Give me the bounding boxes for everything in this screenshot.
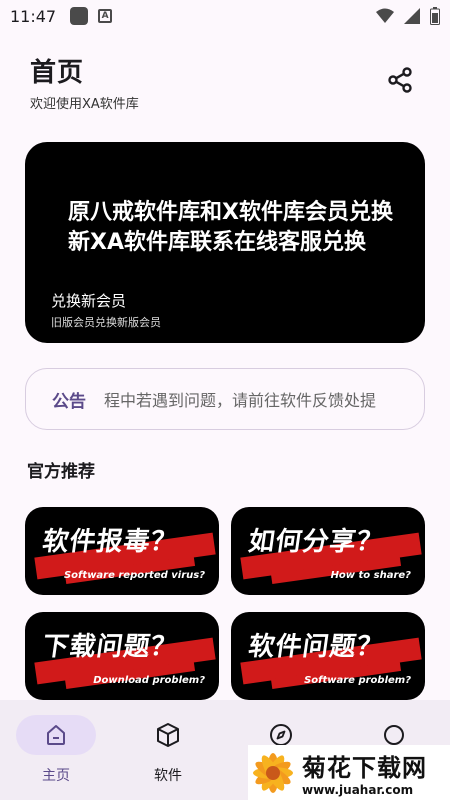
- chrysanthemum-logo-icon: [253, 752, 293, 793]
- signal-icon: [404, 8, 420, 24]
- banner-headline: 原八戒软件库和X软件库会员兑换新XA软件库联系在线客服兑换: [68, 200, 393, 255]
- nav-item-home[interactable]: 主页: [11, 700, 101, 800]
- nav-label-home: 主页: [42, 768, 70, 784]
- recommend-card-virus[interactable]: 软件报毒？ Software reported virus?: [25, 507, 219, 595]
- share-icon: [388, 67, 412, 93]
- announcement-bar[interactable]: 公告 程中若遇到问题，请前往软件反馈处提: [25, 368, 425, 430]
- status-bar: 11:47 A: [0, 0, 450, 32]
- nav-label-software: 软件: [154, 768, 182, 784]
- banner-subtitle: 兑换新会员: [51, 292, 127, 310]
- section-title: 官方推荐: [27, 462, 95, 482]
- circle-icon: [384, 725, 404, 745]
- card-subtitle: Software problem?: [304, 675, 411, 686]
- home-icon: [47, 725, 65, 745]
- announcement-text: 程中若遇到问题，请前往软件反馈处提: [104, 391, 377, 410]
- battery-icon: [430, 7, 440, 25]
- card-title: 软件报毒？: [40, 527, 180, 557]
- recommend-card-software[interactable]: 软件问题？ Software problem?: [231, 612, 425, 700]
- compass-icon: [270, 724, 292, 746]
- share-button[interactable]: [382, 62, 418, 98]
- banner-caption: 旧版会员兑换新版会员: [51, 316, 161, 329]
- promo-banner[interactable]: 原八戒软件库和X软件库会员兑换新XA软件库联系在线客服兑换 兑换新会员 旧版会员…: [25, 142, 425, 343]
- cube-icon: [157, 723, 179, 747]
- card-title: 如何分享？: [246, 527, 386, 557]
- notification-icon: [70, 7, 89, 25]
- recommend-card-download[interactable]: 下载问题？ Download problem?: [25, 612, 219, 700]
- card-subtitle: How to share?: [330, 570, 411, 581]
- card-subtitle: Download problem?: [93, 675, 205, 686]
- recommend-card-share[interactable]: 如何分享？ How to share?: [231, 507, 425, 595]
- site-watermark: 菊花下载网 www.juahar.com: [248, 745, 450, 800]
- card-subtitle: Software reported virus?: [63, 570, 205, 581]
- announcement-tag: 公告: [52, 391, 86, 412]
- page-subtitle: 欢迎使用XA软件库: [30, 97, 139, 112]
- watermark-title: 菊花下载网: [302, 754, 427, 782]
- card-title: 软件问题？: [246, 632, 386, 662]
- nav-item-software[interactable]: 软件: [123, 700, 213, 800]
- app-notification-icon: A: [98, 9, 113, 23]
- page-title: 首页: [30, 58, 85, 88]
- card-title: 下载问题？: [40, 632, 180, 662]
- nav-active-indicator: [16, 715, 96, 755]
- wifi-icon: [376, 8, 394, 23]
- watermark-url: www.juahar.com: [302, 783, 414, 797]
- page-header: 首页 欢迎使用XA软件库: [30, 52, 139, 112]
- status-time: 11:47: [10, 6, 57, 26]
